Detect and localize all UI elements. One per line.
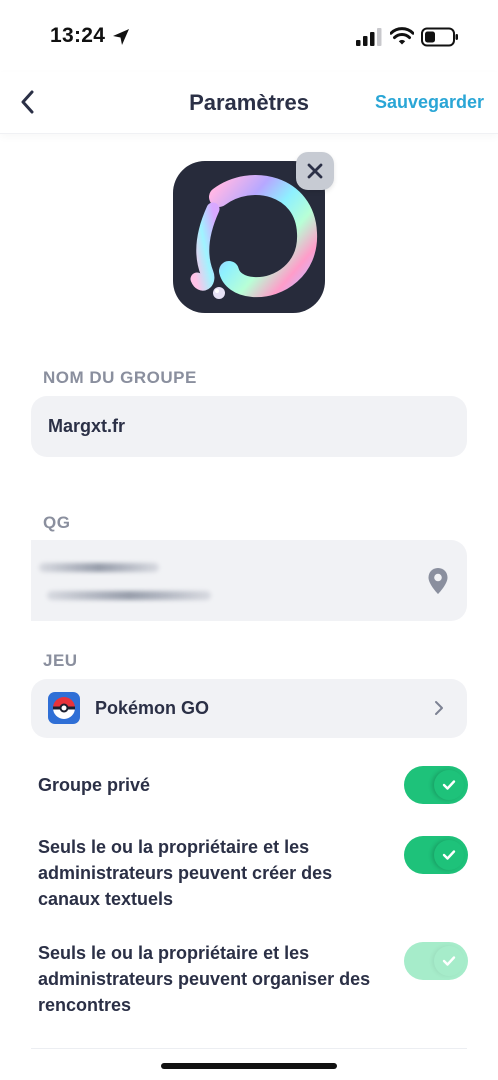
close-icon: [307, 163, 323, 179]
hq-location-field[interactable]: [31, 540, 467, 621]
chevron-right-icon: [435, 701, 443, 715]
status-bar: 13:24: [0, 0, 498, 72]
hq-address-line-redacted: [47, 591, 211, 600]
text-channels-permission-label: Seuls le ou la propriétaire et les admin…: [38, 837, 333, 909]
group-name-label: NOM DU GROUPE: [43, 368, 197, 387]
meetups-permission-label: Seuls le ou la propriétaire et les admin…: [38, 943, 371, 1015]
divider: [31, 1048, 467, 1049]
battery-icon: [421, 27, 458, 47]
meetups-permission-toggle[interactable]: [404, 942, 468, 980]
home-indicator[interactable]: [161, 1063, 337, 1069]
hq-address-line-redacted: [39, 563, 159, 572]
status-time: 13:24: [50, 24, 106, 47]
map-pin-icon[interactable]: [427, 567, 449, 595]
location-arrow-icon: [113, 29, 129, 45]
pokemon-go-icon: [48, 692, 80, 724]
toggle-knob: [434, 840, 464, 870]
nav-header: Paramètres Sauvegarder: [0, 72, 498, 134]
group-name-value: Margxt.fr: [48, 416, 126, 436]
private-group-toggle[interactable]: [404, 766, 468, 804]
wifi-icon: [390, 27, 414, 45]
group-name-field[interactable]: Margxt.fr: [31, 396, 467, 457]
hq-label: QG: [43, 513, 71, 532]
text-channels-permission-row: Seuls le ou la propriétaire et les admin…: [38, 834, 468, 914]
toggle-knob: [434, 946, 464, 976]
toggle-knob: [434, 770, 464, 800]
private-group-row: Groupe privé: [38, 766, 468, 804]
remove-avatar-button[interactable]: [296, 152, 334, 190]
save-button[interactable]: Sauvegarder: [375, 92, 484, 113]
cellular-signal-icon: [356, 28, 382, 46]
checkmark-icon: [442, 780, 456, 790]
game-name: Pokémon GO: [95, 698, 210, 718]
game-label: JEU: [43, 651, 78, 670]
game-selector[interactable]: Pokémon GO: [31, 679, 467, 738]
meetups-permission-row: Seuls le ou la propriétaire et les admin…: [38, 940, 468, 1020]
checkmark-icon: [442, 956, 456, 966]
text-channels-permission-toggle[interactable]: [404, 836, 468, 874]
private-group-label: Groupe privé: [38, 775, 151, 795]
checkmark-icon: [442, 850, 456, 860]
